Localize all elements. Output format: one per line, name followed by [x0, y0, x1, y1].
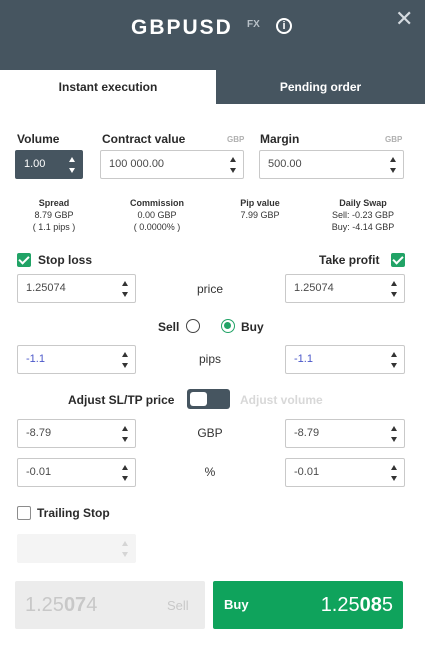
- sell-price: 1.25074: [25, 594, 98, 616]
- sell-radio[interactable]: [186, 319, 200, 333]
- margin-stepper[interactable]: 500.00: [259, 150, 404, 179]
- buy-button-label: Buy: [224, 597, 249, 612]
- stop-loss-gbp-stepper[interactable]: -8.79: [17, 419, 136, 448]
- commission-label: Commission: [129, 198, 184, 208]
- decrement-arrow-icon[interactable]: [391, 292, 397, 297]
- dialog-header: GBPUSD FX i ✕: [0, 0, 425, 70]
- spread-value: 8.79 GBP: [34, 210, 74, 220]
- take-profit-checkbox[interactable]: [391, 253, 405, 267]
- tab-instant-execution[interactable]: Instant execution: [0, 70, 216, 104]
- spread-pips: ( 1.1 pips ): [32, 222, 76, 232]
- take-profit-price-stepper[interactable]: 1.25074: [285, 274, 405, 303]
- spread-label: Spread: [38, 198, 70, 208]
- margin-unit: GBP: [385, 135, 403, 144]
- increment-arrow-icon[interactable]: [391, 465, 397, 470]
- trailing-stop-checkbox[interactable]: [17, 506, 31, 520]
- adjust-mode-toggle[interactable]: [187, 389, 230, 409]
- contract-value-unit: GBP: [227, 135, 245, 144]
- contract-value-value: 100 000.00: [109, 158, 165, 170]
- stop-loss-pips-value: -1.1: [26, 353, 45, 365]
- take-profit-gbp-stepper[interactable]: -8.79: [285, 419, 405, 448]
- increment-arrow-icon[interactable]: [230, 157, 236, 162]
- tab-pending-order[interactable]: Pending order: [216, 70, 425, 104]
- stop-loss-checkbox[interactable]: [17, 253, 31, 267]
- stop-loss-pips-stepper[interactable]: -1.1: [17, 345, 136, 374]
- decrement-arrow-icon[interactable]: [230, 168, 236, 173]
- increment-arrow-icon[interactable]: [391, 426, 397, 431]
- buy-price: 1.25085: [320, 594, 393, 616]
- daily-swap-sell: Sell: -0.23 GBP: [331, 210, 395, 220]
- buy-radio[interactable]: [221, 319, 235, 333]
- close-icon[interactable]: ✕: [395, 8, 413, 30]
- increment-arrow-icon[interactable]: [69, 157, 75, 162]
- margin-value: 500.00: [268, 158, 302, 170]
- increment-arrow-icon[interactable]: [122, 465, 128, 470]
- commission-value: 0.00 GBP: [137, 210, 177, 220]
- decrement-arrow-icon: [122, 552, 128, 557]
- stop-loss-price-value: 1.25074: [26, 282, 66, 294]
- gbp-row-label: GBP: [197, 426, 223, 440]
- buy-button[interactable]: Buy 1.25085: [213, 581, 403, 629]
- price-row-label: price: [196, 282, 223, 296]
- stop-loss-gbp-value: -8.79: [26, 427, 52, 439]
- increment-arrow-icon[interactable]: [391, 352, 397, 357]
- info-icon[interactable]: i: [276, 18, 292, 34]
- daily-swap-stat: Daily Swap Sell: -0.23 GBP Buy: -4.14 GB…: [323, 197, 403, 233]
- increment-arrow-icon[interactable]: [391, 281, 397, 286]
- trailing-stop-stepper: [17, 534, 136, 563]
- stop-loss-percent-stepper[interactable]: -0.01: [17, 458, 136, 487]
- daily-swap-buy: Buy: -4.14 GBP: [331, 222, 395, 232]
- sell-button-label: Sell: [167, 598, 189, 613]
- sell-button[interactable]: 1.25074 Sell: [15, 581, 205, 629]
- symbol-title: GBPUSD: [131, 16, 233, 39]
- toggle-knob: [190, 392, 207, 406]
- decrement-arrow-icon[interactable]: [122, 476, 128, 481]
- order-type-tabs: Instant execution Pending order: [0, 70, 425, 104]
- commission-stat: Commission 0.00 GBP ( 0.0000% ): [117, 197, 197, 233]
- volume-value: 1.00: [24, 158, 46, 170]
- pip-value-stat: Pip value 7.99 GBP: [220, 197, 300, 221]
- decrement-arrow-icon[interactable]: [391, 437, 397, 442]
- take-profit-percent-value: -0.01: [294, 466, 320, 478]
- pip-value-value: 7.99 GBP: [240, 210, 280, 220]
- spread-stat: Spread 8.79 GBP ( 1.1 pips ): [14, 197, 94, 233]
- stop-loss-label: Stop loss: [38, 253, 93, 267]
- take-profit-pips-value: -1.1: [294, 353, 313, 365]
- adjust-sltp-label: Adjust SL/TP price: [68, 393, 175, 407]
- take-profit-percent-stepper[interactable]: -0.01: [285, 458, 405, 487]
- increment-arrow-icon[interactable]: [122, 352, 128, 357]
- increment-arrow-icon: [122, 541, 128, 546]
- commission-percent: ( 0.0000% ): [133, 222, 181, 232]
- stop-loss-percent-value: -0.01: [26, 466, 52, 478]
- decrement-arrow-icon[interactable]: [390, 168, 396, 173]
- volume-label: Volume: [17, 132, 60, 146]
- increment-arrow-icon[interactable]: [122, 426, 128, 431]
- percent-row-label: %: [204, 465, 216, 479]
- take-profit-price-value: 1.25074: [294, 282, 334, 294]
- volume-stepper[interactable]: 1.00: [15, 150, 83, 179]
- decrement-arrow-icon[interactable]: [122, 363, 128, 368]
- increment-arrow-icon[interactable]: [122, 281, 128, 286]
- pip-value-label: Pip value: [240, 198, 280, 208]
- instrument-type-badge: FX: [247, 19, 260, 30]
- stop-loss-price-stepper[interactable]: 1.25074: [17, 274, 136, 303]
- buy-radio-label: Buy: [241, 320, 264, 334]
- decrement-arrow-icon[interactable]: [391, 363, 397, 368]
- sell-radio-label: Sell: [158, 320, 180, 334]
- daily-swap-label: Daily Swap: [339, 198, 387, 208]
- decrement-arrow-icon[interactable]: [391, 476, 397, 481]
- take-profit-pips-stepper[interactable]: -1.1: [285, 345, 405, 374]
- take-profit-gbp-value: -8.79: [294, 427, 320, 439]
- contract-value-label: Contract value: [102, 132, 186, 146]
- decrement-arrow-icon[interactable]: [122, 437, 128, 442]
- pips-row-label: pips: [198, 352, 221, 366]
- take-profit-label: Take profit: [319, 253, 380, 267]
- margin-label: Margin: [260, 132, 300, 146]
- decrement-arrow-icon[interactable]: [122, 292, 128, 297]
- decrement-arrow-icon[interactable]: [69, 168, 75, 173]
- adjust-volume-label: Adjust volume: [240, 393, 323, 407]
- increment-arrow-icon[interactable]: [390, 157, 396, 162]
- trailing-stop-label: Trailing Stop: [37, 506, 110, 520]
- contract-value-stepper[interactable]: 100 000.00: [100, 150, 244, 179]
